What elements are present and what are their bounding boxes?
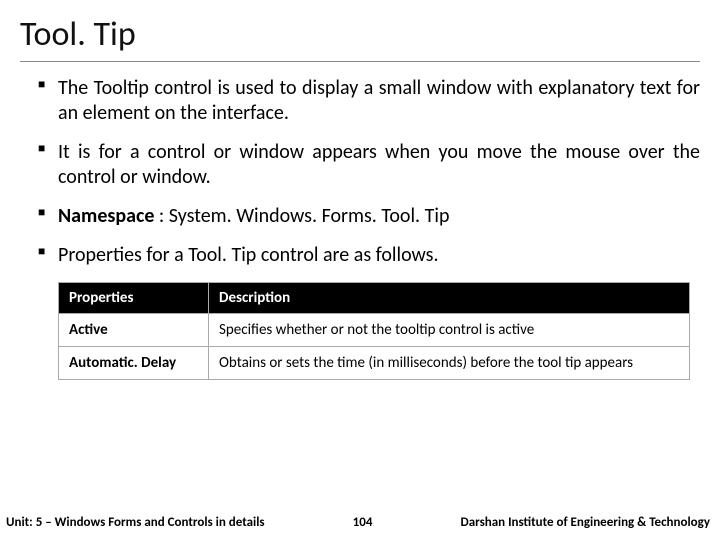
bullet-list: The Tooltip control is used to display a… bbox=[20, 76, 700, 268]
table-row: Automatic. Delay Obtains or sets the tim… bbox=[59, 347, 690, 380]
col-header-description: Description bbox=[209, 283, 690, 314]
table-row: Active Specifies whether or not the tool… bbox=[59, 314, 690, 347]
col-header-properties: Properties bbox=[59, 283, 209, 314]
bullet-text: The Tooltip control is used to display a… bbox=[58, 76, 700, 125]
bullet-item: The Tooltip control is used to display a… bbox=[38, 76, 700, 126]
bullet-item: Properties for a Tool. Tip control are a… bbox=[38, 243, 700, 268]
cell-description: Specifies whether or not the tooltip con… bbox=[209, 314, 690, 347]
properties-table: Properties Description Active Specifies … bbox=[58, 282, 690, 380]
cell-property: Automatic. Delay bbox=[59, 347, 209, 380]
page-title: Tool. Tip bbox=[20, 14, 700, 62]
properties-table-wrap: Properties Description Active Specifies … bbox=[58, 282, 690, 380]
bullet-text: Properties for a Tool. Tip control are a… bbox=[58, 243, 439, 267]
table-header-row: Properties Description bbox=[59, 283, 690, 314]
namespace-label: Namespace bbox=[58, 204, 154, 228]
slide: Tool. Tip The Tooltip control is used to… bbox=[0, 0, 720, 540]
bullet-text: It is for a control or window appears wh… bbox=[58, 140, 700, 189]
namespace-value: : System. Windows. Forms. Tool. Tip bbox=[154, 204, 449, 228]
slide-footer: Unit: 5 – Windows Forms and Controls in … bbox=[0, 507, 720, 540]
bullet-item: It is for a control or window appears wh… bbox=[38, 140, 700, 190]
bullet-item: Namespace : System. Windows. Forms. Tool… bbox=[38, 204, 700, 229]
footer-institute: Darshan Institute of Engineering & Techn… bbox=[461, 515, 711, 530]
footer-page-number: 104 bbox=[353, 515, 373, 530]
footer-unit: Unit: 5 – Windows Forms and Controls in … bbox=[6, 515, 265, 530]
cell-description: Obtains or sets the time (in millisecond… bbox=[209, 347, 690, 380]
cell-property: Active bbox=[59, 314, 209, 347]
